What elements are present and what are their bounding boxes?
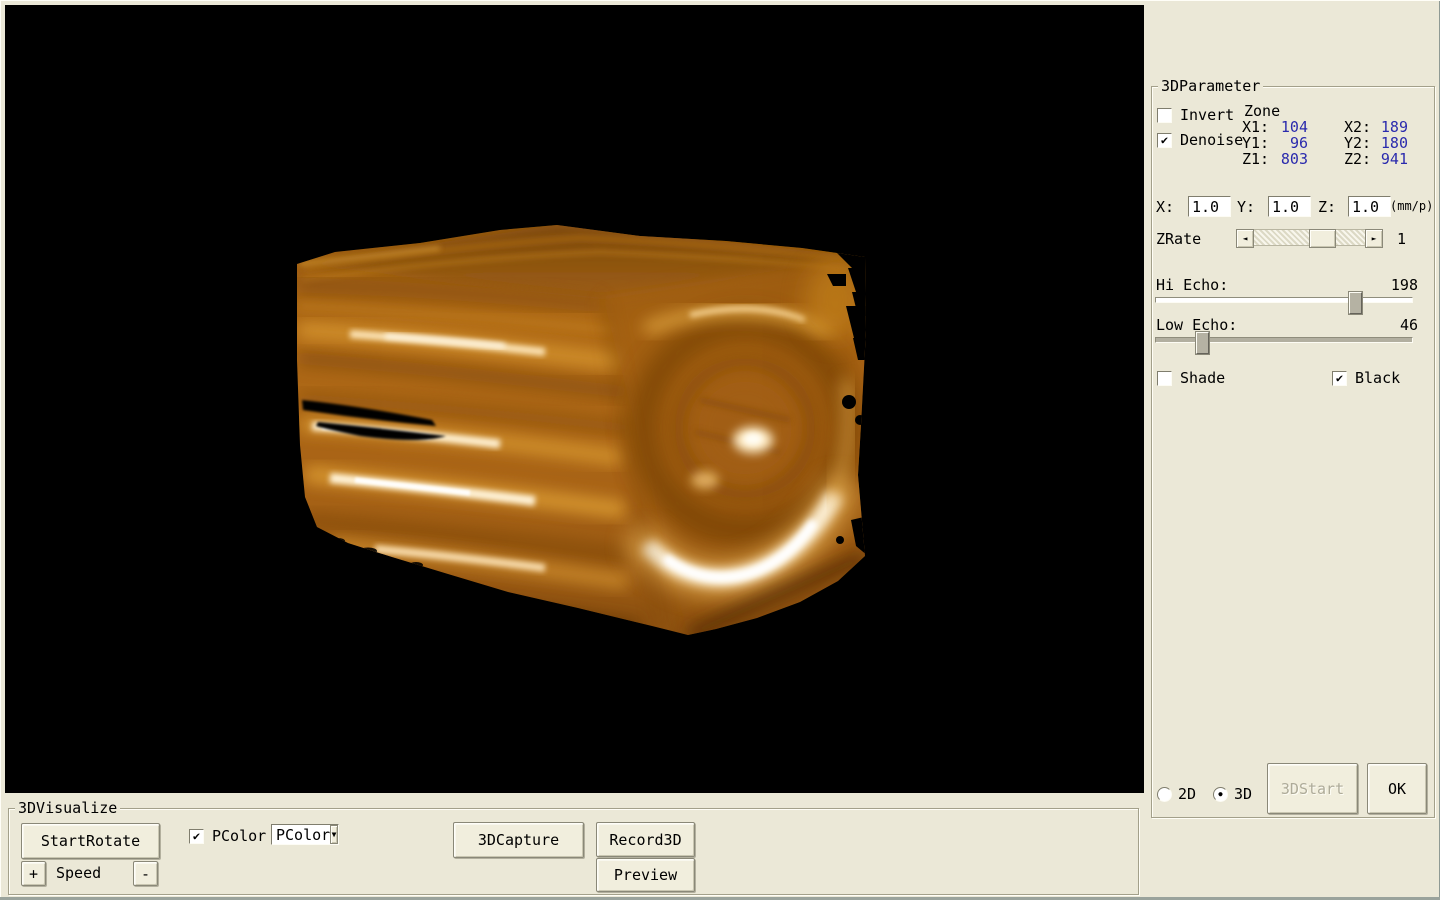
scale-unit-label: (mm/p) [1390,199,1433,213]
scale-y-input[interactable] [1268,196,1311,217]
parameter-group-title: 3DParameter [1158,77,1263,95]
zrate-scroll-right-button[interactable]: ► [1365,229,1383,248]
pcolor-checkbox[interactable]: ✔ [189,829,204,844]
3dstart-button[interactable]: 3DStart [1267,763,1358,814]
zrate-scrollbar[interactable]: ◄ ► [1236,229,1383,246]
zrate-label: ZRate [1156,230,1201,248]
speed-plus-button[interactable]: + [21,861,46,886]
black-checkbox-row: ✔ Black [1332,370,1400,386]
invert-checkbox-row: Invert [1157,107,1234,123]
arrow-right-icon: ► [1372,234,1377,243]
mode-3d-radio[interactable]: ● [1213,787,1228,802]
start-rotate-button[interactable]: StartRotate [21,823,160,859]
shade-checkbox[interactable] [1157,371,1172,386]
pcolor-dropdown-button[interactable]: ▼ [330,825,338,844]
zone-z1-value: 803 [1264,150,1308,168]
hi-echo-thumb[interactable] [1349,292,1362,314]
low-echo-slider[interactable] [1155,328,1413,358]
pcolor-label: PColor [212,827,266,845]
speed-label: Speed [56,864,101,882]
zrate-value: 1 [1397,230,1406,248]
scale-z-input[interactable] [1348,196,1391,217]
denoise-checkbox[interactable]: ✔ [1157,133,1172,148]
low-echo-track[interactable] [1155,337,1413,343]
scale-x-label: X: [1156,198,1174,216]
scale-x-input[interactable] [1188,196,1231,217]
zrate-scroll-thumb[interactable] [1309,229,1336,248]
scale-y-label: Y: [1237,198,1255,216]
pcolor-dropdown[interactable]: PColor ▼ [271,824,339,845]
hi-echo-slider[interactable] [1155,288,1413,318]
mode-2d-label: 2D [1178,785,1196,803]
hi-echo-track[interactable] [1155,297,1413,303]
3dcapture-button[interactable]: 3DCapture [453,822,584,858]
dropdown-arrow-icon: ▼ [332,830,337,839]
invert-checkbox[interactable] [1157,108,1172,123]
mode-2d-radio[interactable] [1157,787,1172,802]
black-checkbox[interactable]: ✔ [1332,371,1347,386]
mode-3d-label: 3D [1234,785,1252,803]
scale-z-label: Z: [1318,198,1336,216]
mode-2d-radio-row: 2D [1157,786,1196,802]
mode-3d-radio-row: ● 3D [1213,786,1252,802]
preview-button[interactable]: Preview [596,858,695,892]
shade-label: Shade [1180,369,1225,387]
visualize-groupbox: 3DVisualize StartRotate ✔ PColor PColor … [8,808,1139,895]
pcolor-checkbox-row: ✔ PColor [189,828,266,844]
low-echo-thumb[interactable] [1196,332,1209,354]
denoise-label: Denoise [1180,131,1243,149]
zrate-scroll-track[interactable] [1254,229,1365,246]
denoise-checkbox-row: ✔ Denoise [1157,132,1243,148]
app-window: 3DParameter Invert ✔ Denoise Zone X1: 10… [0,0,1440,900]
shade-checkbox-row: Shade [1157,370,1225,386]
record3d-button[interactable]: Record3D [596,822,695,857]
zone-z2-value: 941 [1364,150,1408,168]
visualize-group-title: 3DVisualize [15,799,120,817]
render-viewport[interactable] [5,5,1144,793]
arrow-left-icon: ◄ [1243,234,1248,243]
ok-button[interactable]: OK [1367,763,1427,814]
pcolor-dropdown-value: PColor [272,825,330,844]
black-label: Black [1355,369,1400,387]
invert-label: Invert [1180,106,1234,124]
parameter-groupbox: 3DParameter Invert ✔ Denoise Zone X1: 10… [1151,86,1435,818]
speed-minus-button[interactable]: - [133,861,158,886]
ultrasound-volume-render [5,5,1144,793]
zrate-scroll-left-button[interactable]: ◄ [1236,229,1254,248]
